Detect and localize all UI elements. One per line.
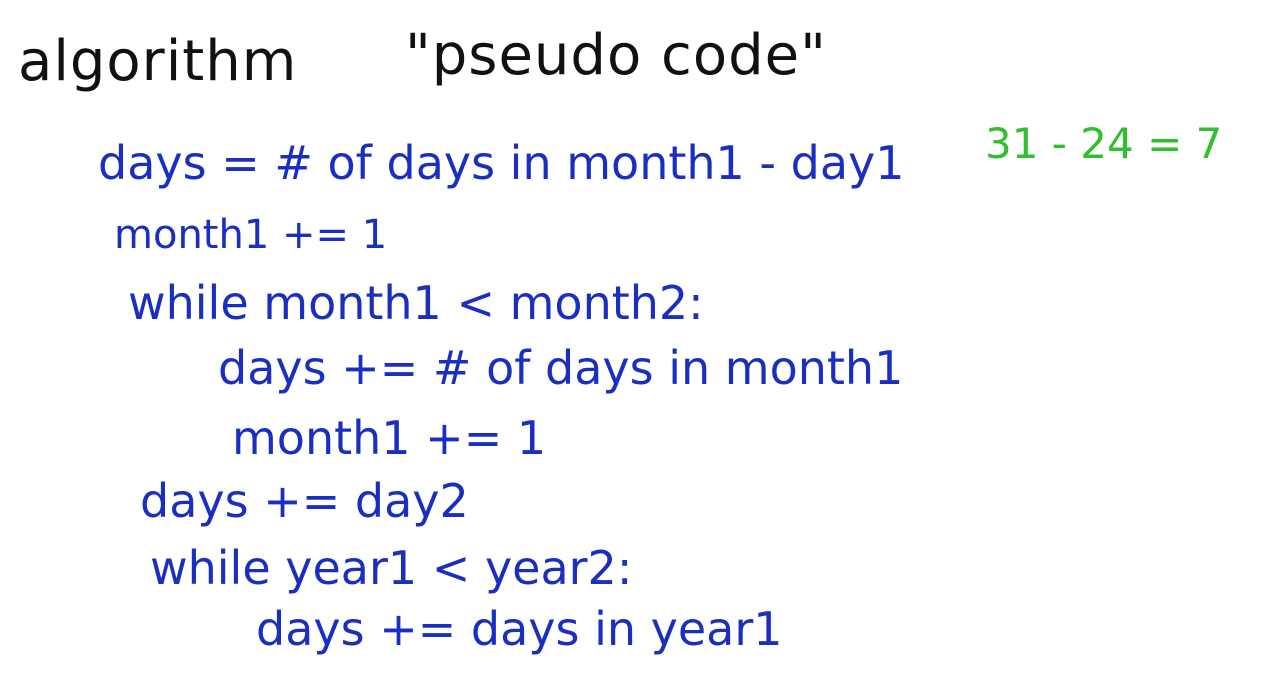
heading-pseudocode: "pseudo code" — [405, 23, 827, 88]
code-line-3: while month1 < month2: — [128, 276, 704, 330]
code-line-4: days += # of days in month1 — [218, 341, 904, 395]
code-line-1: days = # of days in month1 - day1 — [98, 136, 905, 190]
code-line-2: month1 += 1 — [114, 212, 388, 258]
code-line-6: days += day2 — [140, 474, 469, 528]
side-calculation-note: 31 - 24 = 7 — [985, 119, 1223, 168]
code-line-8: days += days in year1 — [256, 602, 783, 656]
whiteboard: algorithm "pseudo code" days = # of days… — [0, 0, 1262, 696]
heading-algorithm: algorithm — [18, 29, 298, 94]
code-line-7: while year1 < year2: — [150, 541, 633, 595]
code-line-5: month1 += 1 — [232, 411, 547, 465]
